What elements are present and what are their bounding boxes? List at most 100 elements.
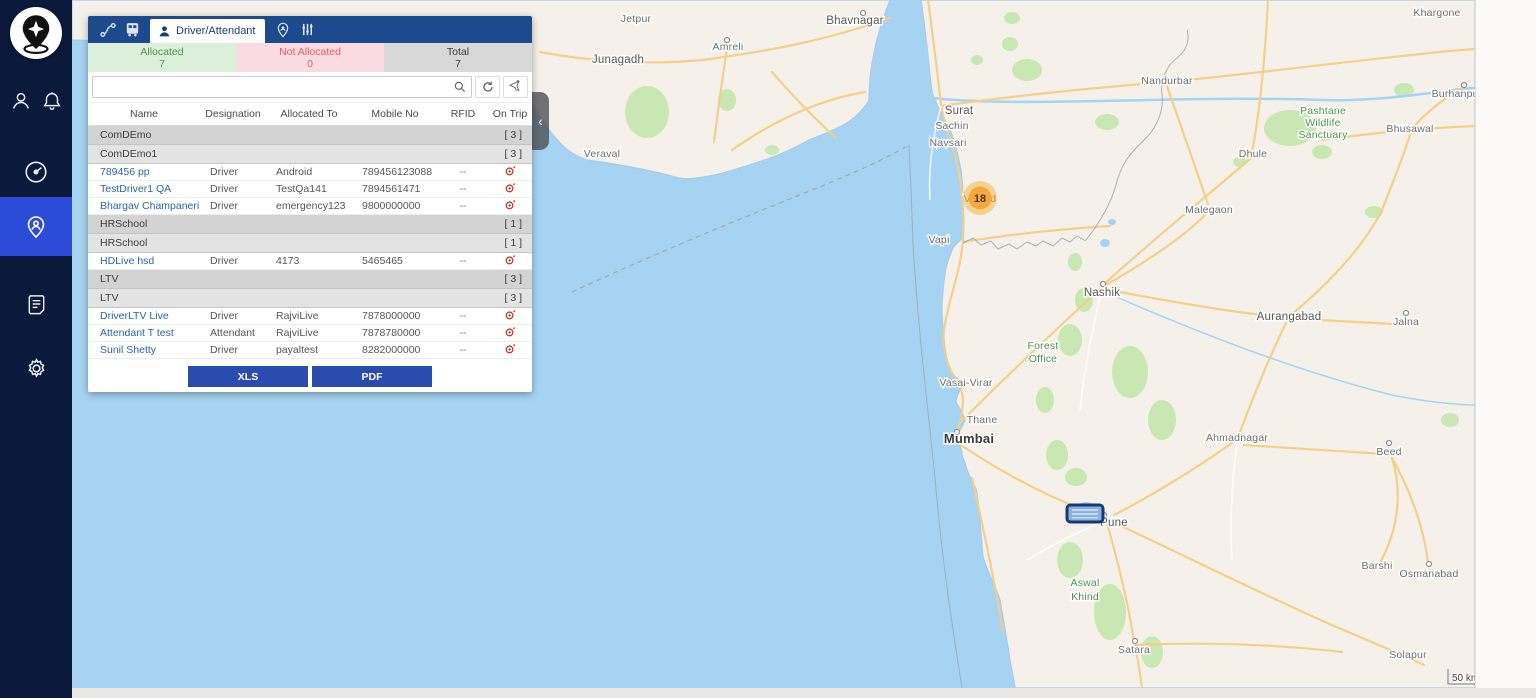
xls-export-button[interactable]: XLS — [188, 366, 308, 387]
driver-name[interactable]: 789456 pp — [88, 166, 200, 178]
grid-sliders-tab-icon[interactable] — [295, 16, 319, 43]
on-trip-icon — [505, 344, 515, 354]
map-label: Office — [1029, 353, 1057, 365]
map-label: Khargone — [1413, 7, 1460, 19]
panel-collapse-handle[interactable]: ‹ — [532, 92, 549, 150]
driver-on-trip-cell[interactable] — [488, 325, 532, 341]
right-gutter — [1475, 0, 1536, 688]
driver-row[interactable]: 789456 pp Driver Android 789456123088 -- — [88, 164, 532, 181]
users-icon[interactable] — [10, 90, 32, 112]
group-count: [ 3 ] — [504, 273, 522, 285]
map-label: Wildlife — [1305, 117, 1340, 129]
driver-on-trip-cell[interactable] — [488, 253, 532, 269]
driver-mobile: 5465465 — [362, 255, 403, 267]
driver-name[interactable]: Attendant T test — [88, 327, 200, 339]
tracking-person-pin-icon — [27, 215, 45, 238]
pdf-export-button[interactable]: PDF — [312, 366, 432, 387]
col-rfid: RFID — [450, 108, 476, 120]
map-label: Aurangabad — [1257, 311, 1322, 323]
driver-designation: Driver — [210, 344, 238, 356]
driver-designation: Driver — [210, 310, 238, 322]
driver-row[interactable]: HDLive hsd Driver 4173 5465465 -- — [88, 253, 532, 270]
map-label: Ahmadnagar — [1206, 432, 1268, 444]
map-label: Aswal — [1070, 577, 1099, 589]
on-trip-icon — [505, 200, 515, 210]
driver-row[interactable]: TestDriver1 QA Driver TestQa141 7894561471 -… — [88, 181, 532, 198]
driver-row[interactable]: DriverLTV Live Driver RajviLive 7878000000 -… — [88, 308, 532, 325]
driver-name[interactable]: TestDriver1 QA — [88, 183, 200, 195]
driver-row[interactable]: Bhargav Champaneri Driver emergency123 9800… — [88, 198, 532, 215]
driver-mobile: 7878780000 — [362, 327, 421, 339]
map-label: Bhusawal — [1386, 123, 1433, 135]
on-trip-icon — [505, 310, 515, 320]
col-mobile-no: Mobile No — [371, 108, 419, 120]
screen: Jetpur Bhavnagar Khargone Amreli Junagadh Nan… — [0, 0, 1536, 698]
driver-on-trip-cell[interactable] — [488, 198, 532, 214]
app-logo[interactable] — [10, 7, 62, 59]
col-on-trip: On Trip — [492, 108, 528, 120]
sidebar-item-reports[interactable] — [0, 278, 72, 330]
map-label: Satara — [1118, 644, 1150, 656]
driver-mobile: 8282000000 — [362, 344, 421, 356]
col-allocated-to: Allocated To — [280, 108, 338, 120]
on-trip-icon — [505, 183, 515, 193]
vehicle-marker[interactable] — [1065, 503, 1105, 524]
map-label: Veraval — [584, 148, 620, 160]
group-count: [ 1 ] — [504, 218, 522, 230]
driver-on-trip-cell[interactable] — [488, 308, 532, 324]
person-pin-tab-icon[interactable] — [271, 16, 295, 43]
search-input[interactable] — [97, 78, 453, 96]
map-label: Mumbai — [944, 431, 994, 446]
cluster-marker[interactable]: 18 — [963, 181, 997, 215]
map-scale-text: 50 km — [1452, 673, 1475, 684]
driver-designation: Driver — [210, 255, 238, 267]
group-row[interactable]: HRSchool [ 1 ] — [88, 215, 532, 234]
notifications-icon[interactable] — [41, 90, 63, 112]
on-trip-icon — [505, 327, 515, 337]
sidebar-item-dashboard[interactable] — [0, 146, 72, 198]
refresh-button[interactable] — [475, 76, 500, 98]
search-bar — [88, 72, 532, 103]
map-label: Amreli — [713, 41, 744, 53]
map-label: Bhavnagar — [826, 15, 883, 27]
tab-driver-attendant[interactable]: Driver/Attendant — [150, 19, 266, 43]
tab-driver-attendant-label: Driver/Attendant — [176, 25, 256, 37]
group-name: ComDEmo — [100, 129, 152, 141]
driver-name[interactable]: Sunil Shetty — [88, 344, 200, 356]
map-label: Forest — [1028, 340, 1059, 352]
vehicle-tab-icon[interactable] — [120, 16, 144, 43]
sidebar — [0, 0, 72, 698]
sidebar-item-tracking[interactable] — [0, 197, 72, 256]
search-icon[interactable] — [453, 80, 467, 94]
group-row[interactable]: HRSchool [ 1 ] — [88, 234, 532, 253]
driver-name[interactable]: DriverLTV Live — [88, 310, 200, 322]
route-tab-icon[interactable] — [96, 16, 120, 43]
stat-total-value: 7 — [455, 57, 461, 70]
map-label: Nandurbar — [1141, 75, 1193, 87]
group-row[interactable]: LTV [ 3 ] — [88, 289, 532, 308]
driver-name[interactable]: HDLive hsd — [88, 255, 200, 267]
driver-allocated-to: payaltest — [276, 344, 319, 356]
driver-name[interactable]: Bhargav Champaneri — [88, 200, 200, 212]
driver-on-trip-cell[interactable] — [488, 342, 532, 358]
driver-on-trip-cell[interactable] — [488, 164, 532, 180]
panel-tab-bar: Driver/Attendant — [88, 16, 532, 43]
filter-button[interactable] — [503, 76, 528, 98]
group-name: HRSchool — [100, 237, 148, 249]
driver-on-trip-cell[interactable] — [488, 181, 532, 197]
sidebar-item-settings[interactable] — [0, 342, 72, 394]
group-row[interactable]: ComDEmo1 [ 3 ] — [88, 145, 532, 164]
driver-allocated-to: RajviLive — [276, 327, 319, 339]
driver-attendant-panel: Driver/Attendant Allocated 7 Not Allocat… — [88, 16, 532, 392]
driver-row[interactable]: Attendant T test Attendant RajviLive 787878… — [88, 325, 532, 342]
driver-mobile: 7878000000 — [362, 310, 421, 322]
group-row[interactable]: ComDEmo [ 3 ] — [88, 126, 532, 145]
driver-rfid: -- — [459, 200, 467, 212]
driver-designation: Attendant — [210, 327, 255, 339]
group-row[interactable]: LTV [ 3 ] — [88, 270, 532, 289]
map-label: Sanctuary — [1298, 129, 1348, 141]
map-label: Nashik — [1084, 287, 1120, 299]
driver-row[interactable]: Sunil Shetty Driver payaltest 8282000000 -- — [88, 342, 532, 359]
table-body: ComDEmo [ 3 ] ComDEmo1 [ 3 ] 789456 pp Driver… — [88, 126, 532, 361]
cluster-count: 18 — [974, 193, 986, 205]
